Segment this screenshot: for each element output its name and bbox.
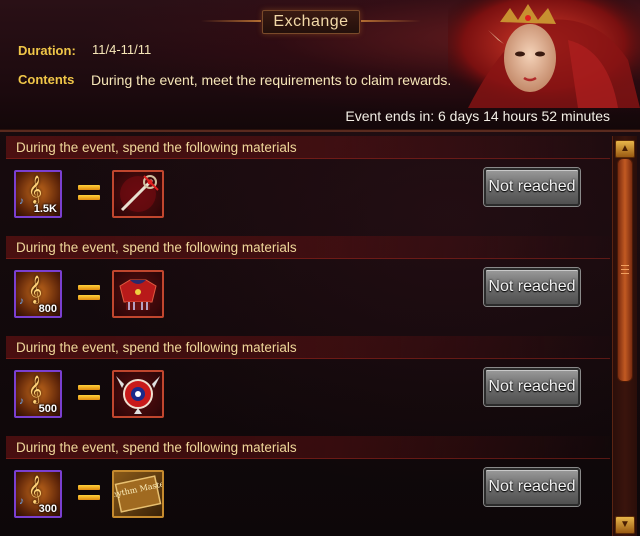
list-item: During the event, spend the following ma…	[0, 434, 612, 534]
duration-value: 11/4-11/11	[92, 42, 152, 57]
list-item: During the event, spend the following ma…	[0, 134, 612, 234]
row-header: During the event, spend the following ma…	[6, 236, 610, 259]
reward-list: During the event, spend the following ma…	[0, 134, 612, 536]
contents-label: Contents	[18, 72, 75, 87]
contents-value: During the event, meet the requirements …	[91, 72, 452, 88]
winged-armor-icon[interactable]	[112, 270, 164, 318]
duration-label: Duration:	[18, 43, 76, 58]
music-note-material-icon[interactable]: 𝄞 ♪ 1.5K	[14, 170, 62, 218]
claim-button[interactable]: Not reached	[484, 268, 580, 306]
row-title: During the event, spend the following ma…	[16, 340, 297, 355]
material-quantity: 500	[38, 403, 57, 415]
material-quantity: 300	[38, 503, 57, 515]
scroll-up-icon[interactable]: ▲	[615, 140, 635, 158]
row-header: During the event, spend the following ma…	[6, 336, 610, 359]
exchange-panel: Exchange Duration: 11/4-11/11 Contents D…	[0, 0, 640, 536]
page-title: Exchange	[273, 13, 349, 30]
equals-icon	[78, 284, 100, 302]
music-note-material-icon[interactable]: 𝄞 ♪ 500	[14, 370, 62, 418]
staff-weapon-icon[interactable]	[112, 170, 164, 218]
claim-button[interactable]: Not reached	[484, 368, 580, 406]
winged-emblem-icon[interactable]	[112, 370, 164, 418]
row-title: During the event, spend the following ma…	[16, 140, 297, 155]
row-title: During the event, spend the following ma…	[16, 440, 297, 455]
scroll-down-icon[interactable]: ▼	[615, 516, 635, 534]
material-quantity: 1.5K	[33, 203, 57, 215]
equals-icon	[78, 484, 100, 502]
material-quantity: 800	[38, 303, 57, 315]
equals-icon	[78, 184, 100, 202]
music-note-material-icon[interactable]: 𝄞 ♪ 800	[14, 270, 62, 318]
event-header: Exchange Duration: 11/4-11/11 Contents D…	[0, 0, 640, 132]
list-item: During the event, spend the following ma…	[0, 334, 612, 434]
scroll-thumb[interactable]	[617, 158, 633, 382]
equals-icon	[78, 384, 100, 402]
row-title: During the event, spend the following ma…	[16, 240, 297, 255]
character-portrait	[448, 0, 640, 108]
list-item: During the event, spend the following ma…	[0, 234, 612, 334]
music-note-material-icon[interactable]: 𝄞 ♪ 300	[14, 470, 62, 518]
title-plate: Exchange	[201, 10, 421, 34]
scrollbar[interactable]: ▲ ▼	[612, 136, 637, 536]
claim-button[interactable]: Not reached	[484, 468, 580, 506]
event-countdown: Event ends in: 6 days 14 hours 52 minute…	[345, 108, 610, 124]
rhythm-master-title-icon[interactable]: Rhythm Master	[112, 470, 164, 518]
claim-button[interactable]: Not reached	[484, 168, 580, 206]
row-header: During the event, spend the following ma…	[6, 436, 610, 459]
row-header: During the event, spend the following ma…	[6, 136, 610, 159]
